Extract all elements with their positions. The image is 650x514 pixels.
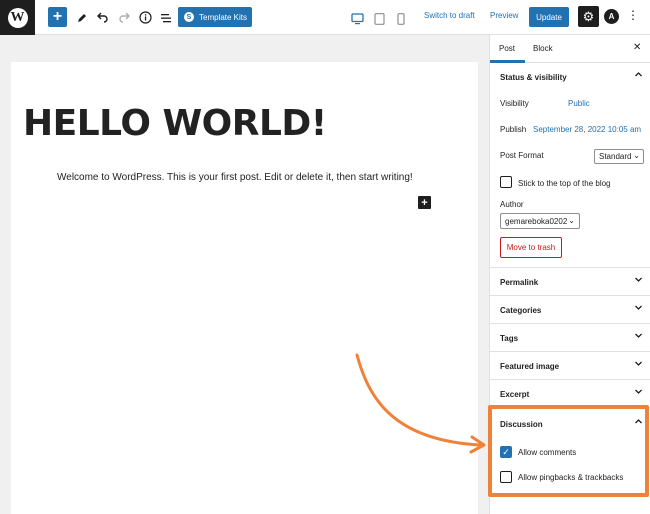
visibility-value-link[interactable]: Public xyxy=(568,99,590,108)
more-options-icon[interactable]: ⋮ xyxy=(627,8,639,22)
chevron-down-icon xyxy=(633,331,643,343)
permalink-panel-header[interactable]: Permalink xyxy=(490,268,650,296)
list-view-icon[interactable] xyxy=(158,8,174,27)
wordpress-logo-button[interactable]: W xyxy=(0,0,35,35)
tags-panel-header[interactable]: Tags xyxy=(490,324,650,352)
post-format-select[interactable]: Standard ⌄ xyxy=(594,149,644,164)
block-inserter-button[interactable]: + xyxy=(418,196,431,209)
undo-icon[interactable] xyxy=(95,8,111,27)
template-kits-label: Template Kits xyxy=(199,12,248,22)
excerpt-panel-header[interactable]: Excerpt xyxy=(490,380,650,408)
switch-to-draft-button[interactable]: Switch to draft xyxy=(424,11,475,20)
sticky-checkbox[interactable] xyxy=(500,176,512,188)
move-to-trash-button[interactable]: Move to trash xyxy=(500,237,562,258)
template-kits-button[interactable]: S Template Kits xyxy=(178,7,252,27)
sticky-label: Stick to the top of the blog xyxy=(518,179,611,188)
mobile-preview-icon[interactable] xyxy=(397,9,405,28)
post-format-value: Standard xyxy=(599,152,632,161)
permalink-title: Permalink xyxy=(500,278,539,287)
redo-icon[interactable] xyxy=(116,8,132,27)
chevron-down-icon xyxy=(633,359,643,371)
pencil-icon[interactable] xyxy=(74,8,90,27)
tags-title: Tags xyxy=(500,334,519,343)
gear-icon: ⚙ xyxy=(582,8,595,24)
add-block-button[interactable]: + xyxy=(48,7,67,27)
post-format-label: Post Format xyxy=(500,151,544,160)
featured-image-title: Featured image xyxy=(500,362,560,371)
chevron-up-icon xyxy=(633,70,643,82)
chevron-down-icon xyxy=(633,303,643,315)
template-kits-icon: S xyxy=(184,12,194,22)
status-visibility-title: Status & visibility xyxy=(500,73,567,82)
close-icon[interactable]: ✕ xyxy=(633,42,641,53)
status-visibility-panel-header[interactable]: Status & visibility xyxy=(490,63,650,91)
wordpress-logo-icon: W xyxy=(7,7,28,28)
editor-toolbar: W + S Template Kits Switch to draft Prev… xyxy=(0,0,650,35)
preview-button[interactable]: Preview xyxy=(490,11,518,20)
featured-image-panel-header[interactable]: Featured image xyxy=(490,352,650,380)
tablet-preview-icon[interactable] xyxy=(374,9,385,28)
sidebar-tabs: Post Block ✕ xyxy=(490,35,650,63)
update-button[interactable]: Update xyxy=(529,7,569,27)
post-paragraph[interactable]: Welcome to WordPress. This is your first… xyxy=(57,172,413,183)
author-select[interactable]: gemareboka0202 ⌄ xyxy=(500,213,580,229)
discussion-highlight-box xyxy=(488,405,649,497)
tab-block[interactable]: Block xyxy=(533,44,553,53)
author-label: Author xyxy=(500,200,524,209)
publish-date-link[interactable]: September 28, 2022 10:05 am xyxy=(533,125,641,134)
tab-post[interactable]: Post xyxy=(499,44,515,53)
chevron-down-icon: ⌄ xyxy=(568,216,575,225)
settings-button[interactable]: ⚙ xyxy=(578,6,599,27)
categories-title: Categories xyxy=(500,306,542,315)
post-title[interactable]: HELLO WORLD! xyxy=(23,103,327,144)
visibility-label: Visibility xyxy=(500,99,529,108)
excerpt-title: Excerpt xyxy=(500,390,530,399)
chevron-down-icon xyxy=(633,275,643,287)
publish-label: Publish xyxy=(500,125,527,134)
categories-panel-header[interactable]: Categories xyxy=(490,296,650,324)
astra-icon[interactable]: A xyxy=(604,9,619,24)
author-value: gemareboka0202 xyxy=(505,216,568,226)
desktop-preview-icon[interactable] xyxy=(351,9,364,28)
chevron-down-icon xyxy=(633,387,643,399)
info-icon[interactable] xyxy=(137,8,153,27)
chevron-down-icon: ⌄ xyxy=(633,151,640,160)
